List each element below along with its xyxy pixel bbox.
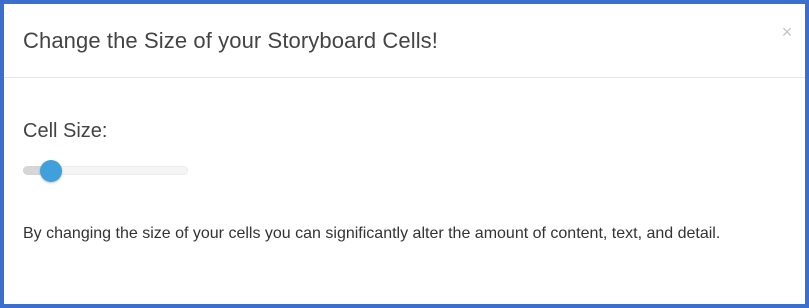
cell-size-slider[interactable] xyxy=(23,160,188,182)
close-icon[interactable]: × xyxy=(775,20,799,44)
dialog-title: Change the Size of your Storyboard Cells… xyxy=(23,28,438,53)
slider-thumb[interactable] xyxy=(40,160,62,182)
dialog-description: By changing the size of your cells you c… xyxy=(23,225,721,242)
dialog-header: Change the Size of your Storyboard Cells… xyxy=(4,4,805,78)
cell-size-label: Cell Size: xyxy=(23,120,108,142)
cell-size-dialog: Change the Size of your Storyboard Cells… xyxy=(0,0,809,308)
